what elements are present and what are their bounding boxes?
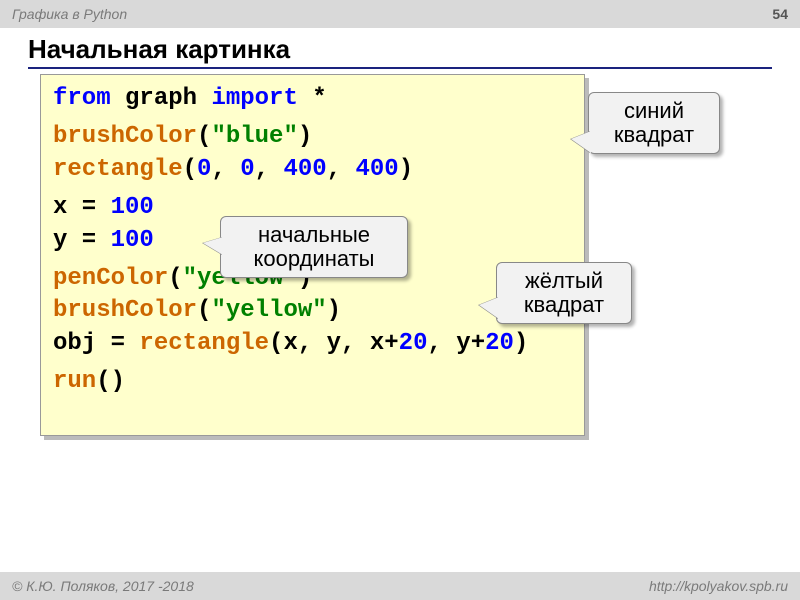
slide-title: Начальная картинка (28, 34, 772, 69)
page-number: 54 (772, 6, 788, 22)
code-line-3: rectangle(0, 0, 400, 400) (53, 154, 572, 186)
footer-url: http://kpolyakov.spb.ru (649, 578, 788, 594)
code-line-2: brushColor("blue") (53, 121, 572, 153)
callout-tail-icon (479, 297, 499, 319)
callout-text: координаты (235, 247, 393, 271)
callout-text: синий (603, 99, 705, 123)
callout-text: квадрат (603, 123, 705, 147)
slide-footer: © К.Ю. Поляков, 2017 -2018 http://kpolya… (0, 572, 800, 600)
callout-yellow-square: жёлтый квадрат (496, 262, 632, 324)
callout-text: начальные (235, 223, 393, 247)
callout-initial-coords: начальные координаты (220, 216, 408, 278)
code-line-8: obj = rectangle(x, y, x+20, y+20) (53, 328, 572, 360)
slide-header: Графика в Python 54 (0, 0, 800, 28)
title-bar: Начальная картинка (0, 28, 800, 69)
callout-blue-square: синий квадрат (588, 92, 720, 154)
callout-tail-icon (203, 237, 223, 255)
callout-tail-icon (571, 131, 591, 153)
code-line-9: run() (53, 366, 572, 398)
footer-copyright: © К.Ю. Поляков, 2017 -2018 (12, 578, 194, 594)
code-line-1: from graph import * (53, 83, 572, 115)
callout-text: жёлтый (511, 269, 617, 293)
header-topic: Графика в Python (12, 6, 127, 22)
callout-text: квадрат (511, 293, 617, 317)
